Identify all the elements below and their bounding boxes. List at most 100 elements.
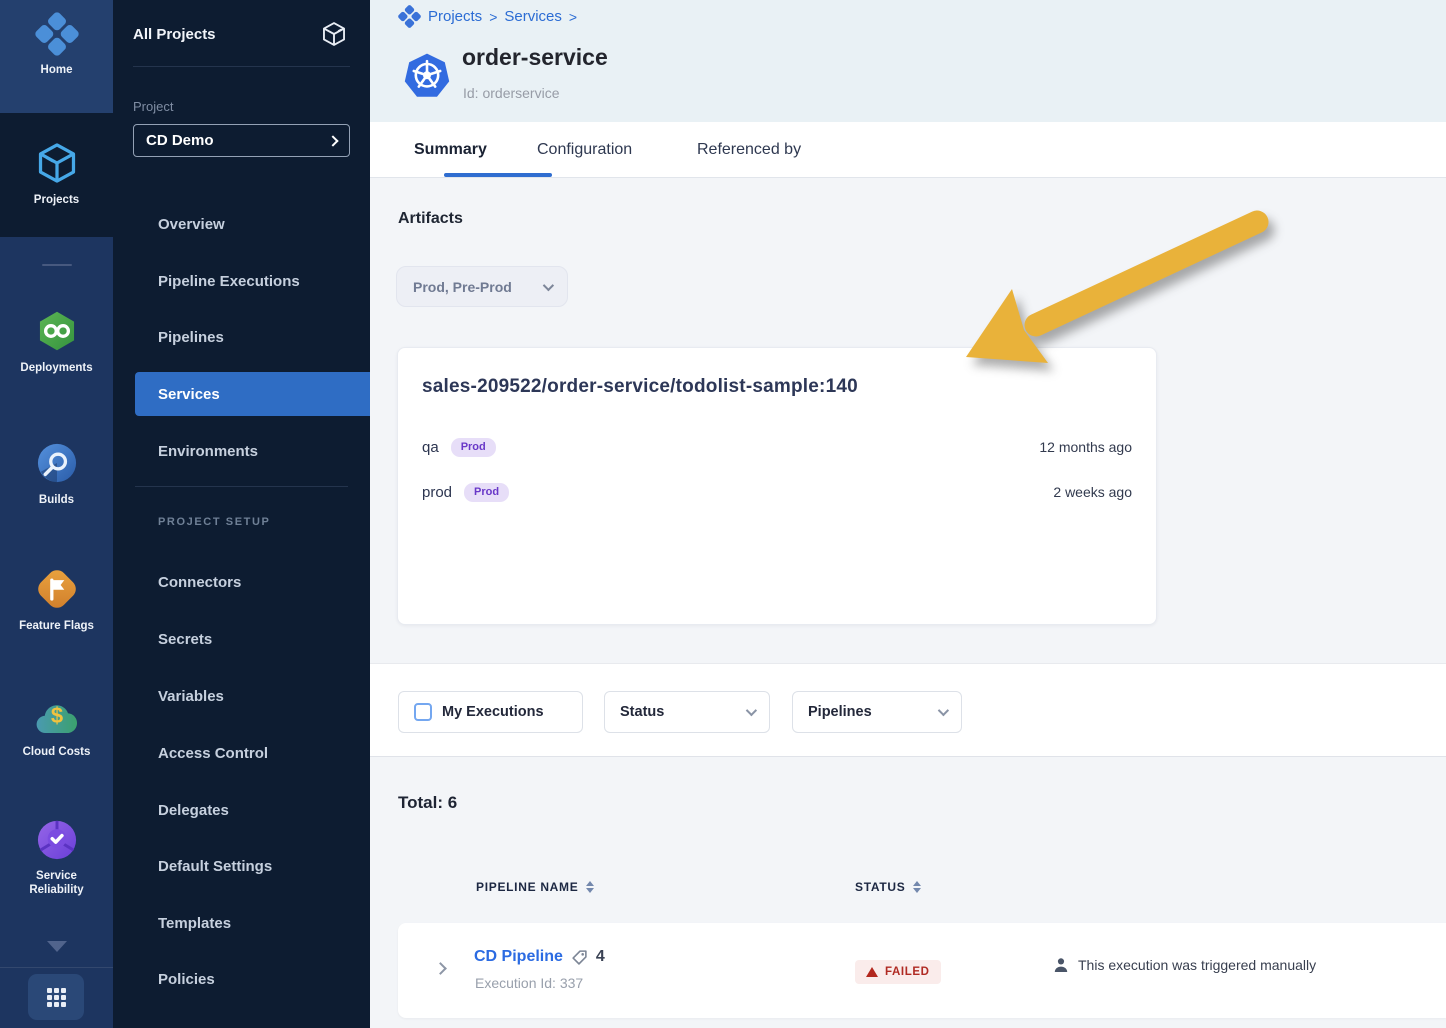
sidebar-divider: [133, 66, 350, 67]
deploy-time: 12 months ago: [1039, 439, 1132, 455]
tab-bar: Summary Configuration Referenced by: [370, 122, 1446, 178]
breadcrumb: Projects > Services >: [398, 5, 577, 28]
rail-item-cloud-costs[interactable]: $ Cloud Costs: [0, 696, 113, 759]
tag-icon: [571, 949, 588, 966]
kubernetes-service-icon: [403, 52, 451, 100]
cloud-costs-icon: $: [33, 696, 81, 738]
rail-item-builds[interactable]: Builds: [0, 440, 113, 507]
sidebar-item-pipeline-executions[interactable]: Pipeline Executions: [113, 259, 370, 303]
row-expander-chevron-icon[interactable]: [434, 962, 447, 975]
my-executions-checkbox[interactable]: [414, 703, 432, 721]
sidebar-item-policies[interactable]: Policies: [113, 957, 370, 1001]
sort-icon[interactable]: [586, 881, 594, 893]
executions-filter-bar: My Executions Status Pipelines: [370, 663, 1446, 757]
chevron-down-icon: [746, 705, 757, 716]
artifact-title: sales-209522/order-service/todolist-samp…: [422, 376, 858, 398]
breadcrumb-separator: >: [569, 9, 577, 25]
harness-home-icon: [35, 12, 79, 56]
env-type-badge: Prod: [464, 483, 509, 502]
sidebar-item-connectors[interactable]: Connectors: [113, 560, 370, 604]
user-icon: [1053, 957, 1069, 973]
pipelines-filter-dropdown[interactable]: Pipelines: [792, 691, 962, 733]
rail-item-service-reliability[interactable]: Service Reliability: [0, 818, 113, 898]
artifact-env-row: prod Prod 2 weeks ago: [422, 479, 1132, 505]
sidebar-item-variables[interactable]: Variables: [113, 674, 370, 718]
env-name: qa: [422, 439, 439, 456]
tab-configuration[interactable]: Configuration: [537, 122, 632, 177]
pipeline-name-link[interactable]: CD Pipeline: [474, 948, 563, 966]
breadcrumb-services[interactable]: Services: [504, 8, 562, 25]
deployments-icon: [35, 308, 79, 354]
chevron-right-icon: [327, 135, 338, 146]
sidebar-item-environments[interactable]: Environments: [113, 429, 370, 473]
deploy-time: 2 weeks ago: [1053, 484, 1132, 500]
trigger-info: This execution was triggered manually: [1053, 957, 1316, 973]
sidebar-item-access-control[interactable]: Access Control: [113, 731, 370, 775]
project-cube-icon[interactable]: [320, 20, 348, 48]
rail-collapse-chevron-icon[interactable]: [47, 941, 67, 952]
artifact-env-row: qa Prod 12 months ago: [422, 434, 1132, 460]
rail-item-projects[interactable]: Projects: [0, 113, 113, 237]
status-filter-dropdown[interactable]: Status: [604, 691, 770, 733]
artifacts-section-title: Artifacts: [398, 210, 463, 228]
rail-label-home: Home: [41, 63, 73, 77]
projects-cube-icon: [34, 140, 80, 186]
sidebar-item-templates[interactable]: Templates: [113, 901, 370, 945]
column-header-pipeline-name[interactable]: PIPELINE NAME: [476, 880, 594, 894]
module-rail: Home Projects Deployments: [0, 0, 113, 1028]
chevron-down-icon: [938, 705, 949, 716]
column-header-status[interactable]: STATUS: [855, 880, 921, 894]
builds-icon: [35, 440, 79, 486]
main-content: Projects > Services > order-service Id: …: [370, 0, 1446, 1028]
grid-icon: [47, 988, 66, 1007]
rail-label-service-reliability: Service Reliability: [12, 869, 102, 898]
breadcrumb-separator: >: [489, 9, 497, 25]
page-title: order-service: [462, 44, 608, 71]
sort-icon[interactable]: [913, 881, 921, 893]
rail-label-feature-flags: Feature Flags: [19, 619, 94, 633]
page-header: Projects > Services > order-service Id: …: [370, 0, 1446, 122]
project-sidebar: All Projects Project CD Demo Overview Pi…: [113, 0, 370, 1028]
rail-label-projects: Projects: [34, 193, 79, 207]
trigger-text: This execution was triggered manually: [1078, 957, 1316, 973]
project-selector[interactable]: CD Demo: [133, 124, 350, 157]
svg-text:$: $: [50, 703, 62, 728]
rail-item-home[interactable]: Home: [0, 0, 113, 113]
execution-row[interactable]: CD Pipeline 4 Execution Id: 337 FAILED T…: [398, 923, 1446, 1018]
rail-item-feature-flags[interactable]: Feature Flags: [0, 566, 113, 633]
sidebar-item-pipelines[interactable]: Pipelines: [113, 315, 370, 359]
environment-filter-dropdown[interactable]: Prod, Pre-Prod: [396, 266, 568, 307]
rail-section-divider: [42, 264, 72, 266]
warning-triangle-icon: [866, 967, 878, 977]
active-tab-underline: [444, 173, 552, 177]
env-type-badge: Prod: [451, 438, 496, 457]
feature-flags-icon: [34, 566, 80, 612]
my-executions-toggle[interactable]: My Executions: [398, 691, 583, 733]
breadcrumb-projects[interactable]: Projects: [428, 8, 482, 25]
sidebar-item-default-settings[interactable]: Default Settings: [113, 844, 370, 888]
sidebar-item-secrets[interactable]: Secrets: [113, 617, 370, 661]
sidebar-item-overview[interactable]: Overview: [113, 202, 370, 246]
service-id: Id: orderservice: [463, 85, 559, 101]
sidebar-divider: [135, 486, 348, 487]
rail-label-cloud-costs: Cloud Costs: [23, 745, 91, 759]
module-switcher-button[interactable]: [28, 974, 84, 1020]
my-executions-label: My Executions: [442, 704, 544, 720]
artifact-card: sales-209522/order-service/todolist-samp…: [397, 347, 1157, 625]
rail-bottom-divider: [0, 967, 113, 968]
selected-project-name: CD Demo: [146, 132, 214, 149]
status-badge-failed: FAILED: [855, 960, 941, 984]
rail-item-deployments[interactable]: Deployments: [0, 308, 113, 375]
env-name: prod: [422, 484, 452, 501]
harness-logo-icon: [398, 5, 421, 28]
tab-summary[interactable]: Summary: [414, 122, 487, 177]
tab-referenced-by[interactable]: Referenced by: [697, 122, 801, 177]
project-setup-header: PROJECT SETUP: [158, 516, 271, 528]
project-section-label: Project: [133, 99, 370, 114]
all-projects-label[interactable]: All Projects: [133, 26, 216, 43]
chevron-down-icon: [543, 279, 554, 290]
sidebar-item-services[interactable]: Services: [135, 372, 370, 416]
environment-filter-value: Prod, Pre-Prod: [413, 279, 512, 295]
sidebar-item-delegates[interactable]: Delegates: [113, 788, 370, 832]
executions-total: Total: 6: [398, 793, 457, 813]
